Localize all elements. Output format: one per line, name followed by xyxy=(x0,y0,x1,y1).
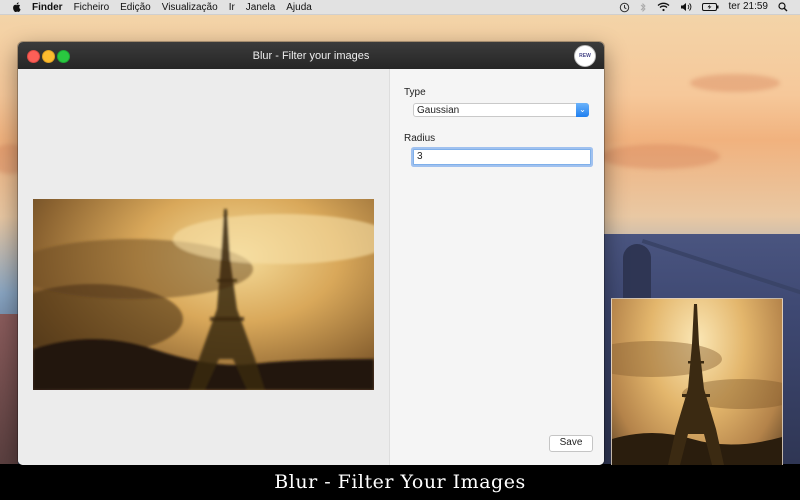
wallpaper-building xyxy=(0,314,18,464)
radius-label: Radius xyxy=(404,133,436,144)
save-button[interactable]: Save xyxy=(549,435,593,452)
settings-pane: Type Gaussian ⌄ Radius 3 Save xyxy=(389,69,604,465)
original-photo xyxy=(611,298,783,466)
menu-edicao[interactable]: Edição xyxy=(120,2,151,13)
app-window: Blur - Filter your images REW Type Gauss… xyxy=(18,42,604,465)
menu-visualizacao[interactable]: Visualização xyxy=(162,2,218,13)
chevron-down-icon[interactable]: ⌄ xyxy=(576,103,589,117)
rew-badge: REW xyxy=(574,45,596,67)
apple-icon[interactable] xyxy=(12,2,22,12)
time-machine-icon[interactable] xyxy=(619,2,630,13)
volume-icon[interactable] xyxy=(680,2,692,12)
bridge-cable xyxy=(641,239,800,296)
eiffel-tower-image xyxy=(33,209,374,390)
eiffel-tower-photo xyxy=(612,304,782,465)
menu-ir[interactable]: Ir xyxy=(229,2,235,13)
preview-pane xyxy=(18,69,389,465)
title-bar[interactable]: Blur - Filter your images REW xyxy=(18,42,604,69)
radius-input[interactable]: 3 xyxy=(413,149,591,165)
menu-bar: Finder Ficheiro Edição Visualização Ir J… xyxy=(0,0,800,15)
cloud xyxy=(690,74,780,92)
blurred-preview-image xyxy=(33,199,374,390)
wifi-icon[interactable] xyxy=(657,2,670,12)
menu-janela[interactable]: Janela xyxy=(246,2,275,13)
cloud xyxy=(600,144,720,169)
battery-icon[interactable] xyxy=(701,2,719,12)
bluetooth-icon[interactable] xyxy=(640,2,647,13)
window-title: Blur - Filter your images xyxy=(252,50,370,62)
type-select[interactable]: Gaussian ⌄ xyxy=(413,103,589,117)
menu-ajuda[interactable]: Ajuda xyxy=(286,2,312,13)
status-area: ter 21:59 xyxy=(619,0,788,14)
type-select-value: Gaussian xyxy=(417,105,460,116)
clock[interactable]: ter 21:59 xyxy=(729,0,768,14)
spotlight-icon[interactable] xyxy=(778,2,788,12)
caption-banner: Blur - Filter Your Images xyxy=(0,465,800,500)
type-label: Type xyxy=(404,87,426,98)
menu-finder[interactable]: Finder xyxy=(32,2,63,13)
menu-ficheiro[interactable]: Ficheiro xyxy=(74,2,110,13)
